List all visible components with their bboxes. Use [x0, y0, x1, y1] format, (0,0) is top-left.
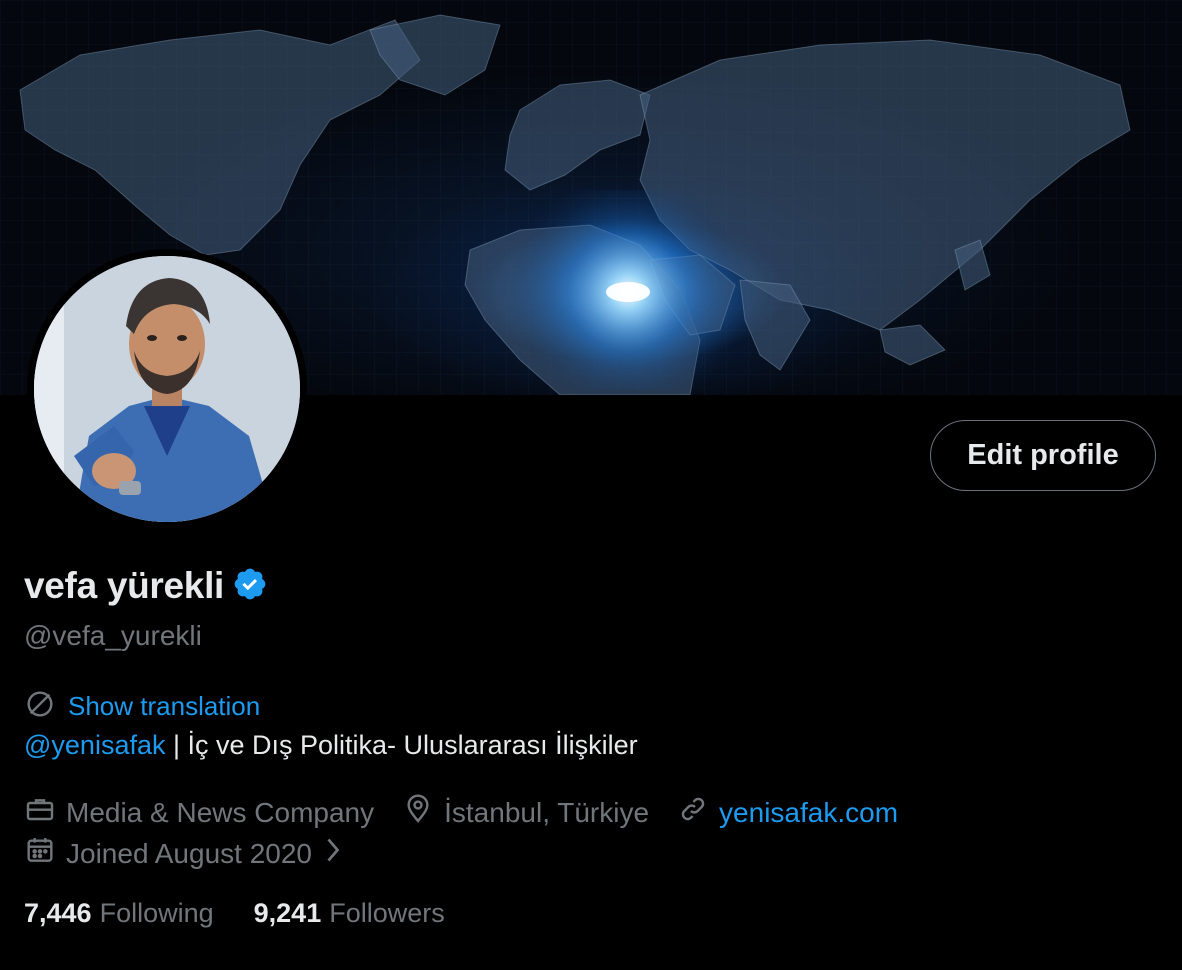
bio-text: | İç ve Dış Politika- Uluslararası İlişk…	[165, 730, 638, 760]
profile-handle: @vefa_yurekli	[24, 620, 202, 651]
follow-stats: 7,446 Following 9,241 Followers	[24, 898, 485, 929]
profile-avatar[interactable]	[27, 249, 307, 529]
verified-badge-icon[interactable]	[232, 566, 268, 607]
following-label: Following	[99, 898, 214, 928]
person-portrait-image	[34, 256, 300, 522]
translate-globe-icon	[24, 688, 56, 725]
profile-name-row: vefa yürekli	[24, 565, 268, 607]
following-count: 7,446	[24, 898, 92, 928]
show-translation-link[interactable]: Show translation	[68, 691, 260, 722]
followers-label: Followers	[329, 898, 445, 928]
link-icon	[677, 793, 709, 832]
display-name: vefa yürekli	[24, 565, 225, 606]
bio-mention-link[interactable]: @yenisafak	[24, 730, 165, 760]
joined-item[interactable]: Joined August 2020	[24, 834, 344, 873]
chevron-right-icon[interactable]	[322, 835, 344, 872]
calendar-icon	[24, 834, 56, 873]
category-item: Media & News Company	[24, 793, 374, 832]
joined-text: Joined August 2020	[66, 837, 312, 869]
location-text: İstanbul, Türkiye	[444, 796, 650, 828]
location-item: İstanbul, Türkiye	[402, 793, 649, 832]
avatar-photo	[34, 256, 300, 522]
show-translation-row[interactable]: Show translation	[24, 688, 260, 725]
profile-bio: @yenisafak | İç ve Dış Politika- Uluslar…	[24, 730, 638, 761]
category-text: Media & News Company	[66, 796, 375, 828]
edit-profile-button[interactable]: Edit profile	[930, 420, 1156, 491]
followers-stat[interactable]: 9,241 Followers	[254, 898, 445, 929]
following-stat[interactable]: 7,446 Following	[24, 898, 214, 929]
website-link[interactable]: yenisafak.com	[719, 797, 898, 829]
profile-meta-row: Media & News Company İstanbul, Türkiye y…	[24, 793, 926, 832]
location-pin-icon	[402, 793, 434, 832]
briefcase-icon	[24, 793, 56, 832]
joined-row[interactable]: Joined August 2020	[24, 834, 372, 873]
website-item[interactable]: yenisafak.com	[677, 793, 898, 832]
followers-count: 9,241	[253, 898, 322, 928]
